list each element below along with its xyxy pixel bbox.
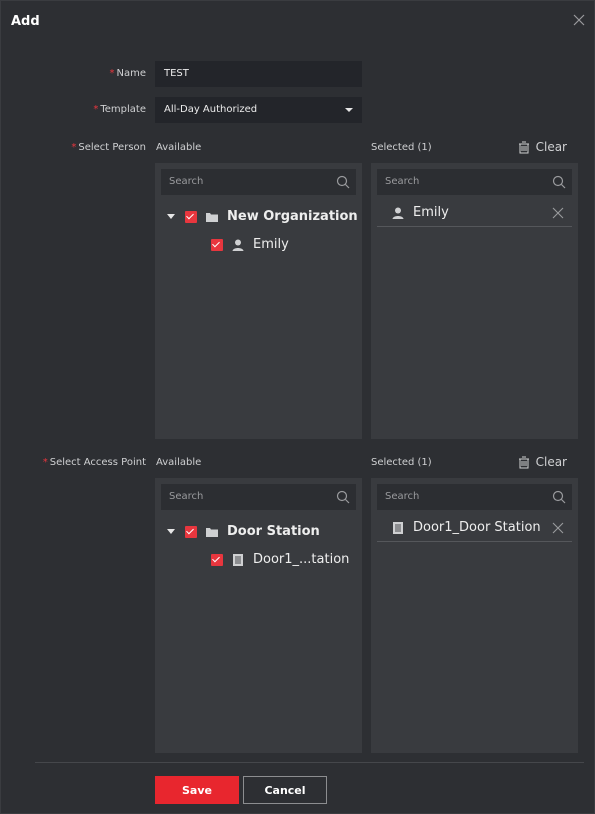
checkbox-door-station[interactable] xyxy=(185,525,197,538)
person-selected-panel: Search Emily xyxy=(371,163,578,439)
template-value: All-Day Authorized xyxy=(164,104,258,115)
access-available-label: Available xyxy=(156,457,202,468)
person-available-panel: Search New Organization Emily xyxy=(155,163,362,439)
save-button[interactable]: Save xyxy=(155,776,239,804)
person-icon xyxy=(392,207,404,219)
template-select[interactable]: All-Day Authorized xyxy=(155,97,362,123)
tree-node-door[interactable]: Door1_...tation xyxy=(211,552,349,567)
search-icon[interactable] xyxy=(336,490,350,504)
selected-door-item[interactable]: Door1_Door Station xyxy=(377,514,572,542)
door-icon xyxy=(233,553,243,566)
footer-divider xyxy=(35,762,584,763)
access-selected-panel: Search Door1_Door Station xyxy=(371,478,578,753)
person-selected-label: Selected (1) xyxy=(371,142,432,153)
name-label: * Name xyxy=(109,68,146,79)
expand-icon[interactable] xyxy=(167,214,175,219)
person-icon xyxy=(232,239,244,251)
tree-node-door-station[interactable]: Door Station xyxy=(167,524,320,539)
access-selected-label: Selected (1) xyxy=(371,457,432,468)
cancel-button[interactable]: Cancel xyxy=(243,776,327,804)
remove-icon[interactable] xyxy=(552,522,564,534)
close-icon[interactable] xyxy=(570,11,588,29)
tree-node-organization[interactable]: New Organization xyxy=(167,209,358,224)
chevron-down-icon xyxy=(345,108,353,112)
select-access-label: * Select Access Point xyxy=(42,457,146,468)
select-person-label: * Select Person xyxy=(71,142,146,153)
dialog-title: Add xyxy=(11,14,40,29)
folder-icon xyxy=(206,212,218,222)
checkbox-organization[interactable] xyxy=(185,210,197,223)
folder-icon xyxy=(206,527,218,537)
access-selected-search-input[interactable]: Search xyxy=(377,484,572,510)
search-icon[interactable] xyxy=(336,175,350,189)
search-icon[interactable] xyxy=(552,175,566,189)
access-search-input[interactable]: Search xyxy=(161,484,356,510)
person-search-input[interactable]: Search xyxy=(161,169,356,195)
template-label: * Template xyxy=(93,104,146,115)
trash-icon xyxy=(518,141,529,153)
search-icon[interactable] xyxy=(552,490,566,504)
access-available-panel: Search Door Station Door1_...tation xyxy=(155,478,362,753)
checkbox-door[interactable] xyxy=(211,553,223,566)
selected-person-item[interactable]: Emily xyxy=(377,199,572,227)
checkbox-person[interactable] xyxy=(211,238,223,251)
door-icon xyxy=(393,521,403,534)
person-available-label: Available xyxy=(156,142,202,153)
remove-icon[interactable] xyxy=(552,207,564,219)
name-input[interactable]: TEST xyxy=(155,61,362,87)
person-clear-button[interactable]: Clear xyxy=(518,140,567,154)
expand-icon[interactable] xyxy=(167,529,175,534)
trash-icon xyxy=(518,456,529,468)
add-dialog: Add * Name TEST * Template All-Day Authori… xyxy=(0,0,595,814)
person-selected-search-input[interactable]: Search xyxy=(377,169,572,195)
access-clear-button[interactable]: Clear xyxy=(518,455,567,469)
tree-node-person[interactable]: Emily xyxy=(211,237,289,252)
